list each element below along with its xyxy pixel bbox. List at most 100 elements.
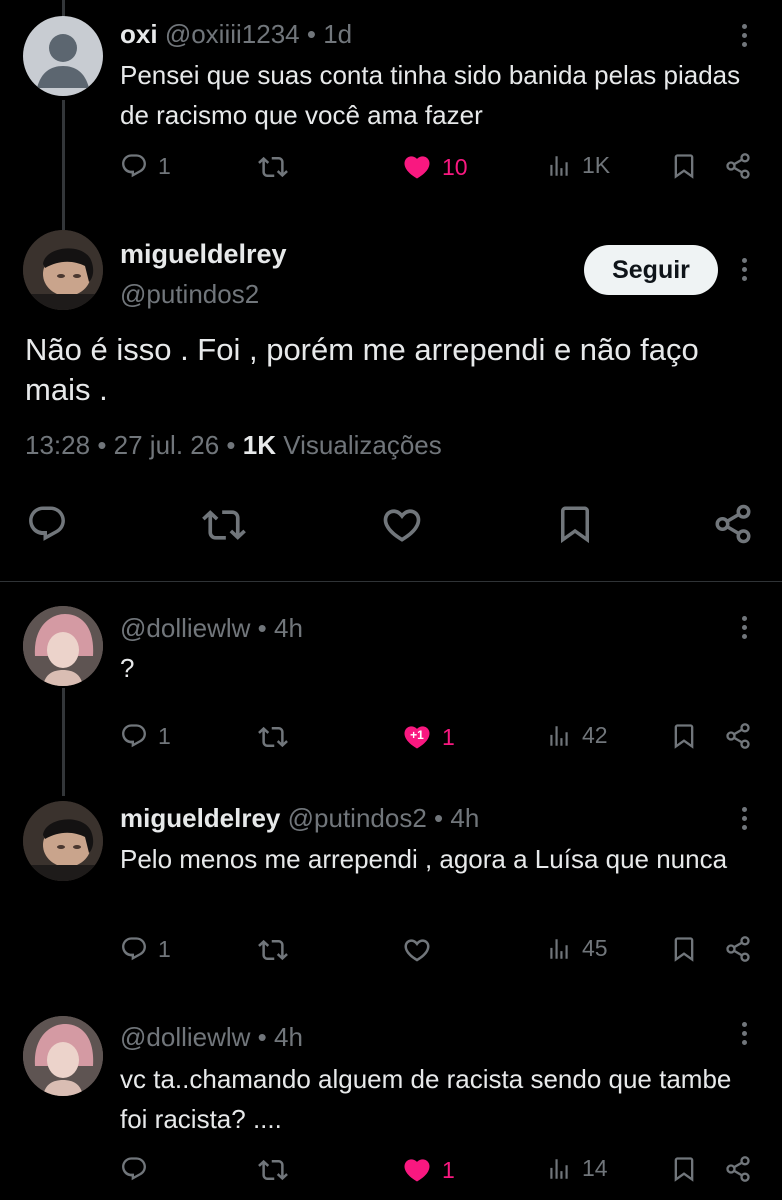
more-options-icon[interactable] [740, 258, 748, 286]
reply-count: 1 [158, 722, 171, 749]
reply-icon [120, 935, 148, 963]
share-button[interactable] [712, 503, 754, 545]
bookmark-icon [554, 503, 596, 545]
separator: • [306, 19, 316, 49]
views-count: 14 [582, 1155, 608, 1181]
share-button[interactable] [724, 935, 752, 963]
more-options-icon[interactable] [740, 616, 748, 644]
avatar[interactable] [23, 1016, 103, 1096]
views-button[interactable]: 1K [546, 152, 610, 179]
separator: • [434, 803, 444, 833]
post-time[interactable]: 13:28 [25, 430, 90, 460]
bookmark-button[interactable] [670, 722, 698, 750]
action-bar: 1 14 [0, 1155, 782, 1191]
handle[interactable]: @putindos2 [288, 803, 427, 833]
retweet-button[interactable] [258, 722, 288, 752]
like-button[interactable]: 1 [402, 1155, 455, 1185]
timestamp[interactable]: 4h [274, 613, 303, 643]
reply-tweet[interactable]: @dolliewlw • 4h ? 1 +1 1 42 [0, 600, 782, 780]
like-button[interactable] [402, 935, 442, 965]
like-count: 1 [442, 1156, 455, 1183]
main-action-bar [0, 503, 782, 549]
avatar[interactable] [23, 606, 103, 686]
display-name[interactable]: migueldelrey [120, 237, 287, 271]
reply-icon [26, 503, 68, 545]
bookmark-icon [670, 1155, 698, 1183]
bookmark-icon [670, 722, 698, 750]
post-date[interactable]: 27 jul. 26 [114, 430, 220, 460]
profile-photo-icon [23, 1016, 103, 1096]
separator: • [97, 430, 107, 460]
avatar[interactable] [23, 801, 103, 881]
reply-button[interactable] [26, 503, 68, 545]
retweet-icon [258, 722, 288, 752]
like-plus-one: +1 [410, 728, 424, 742]
views-count: 45 [582, 935, 608, 961]
display-name[interactable]: migueldelrey [120, 803, 280, 833]
like-button[interactable]: +1 1 [402, 722, 455, 752]
share-icon [724, 935, 752, 963]
share-button[interactable] [724, 1155, 752, 1183]
retweet-icon [258, 152, 288, 182]
tweet-oxi[interactable]: oxi @oxiiii1234 • 1d Pensei que suas con… [0, 0, 782, 200]
views-icon [546, 153, 572, 179]
profile-photo-icon [23, 230, 103, 310]
main-post-text: Não é isso . Foi , porém me arrependi e … [25, 332, 699, 407]
reply-button[interactable]: 1 [120, 935, 171, 963]
views-button[interactable]: 42 [546, 722, 608, 749]
reply-icon [120, 1155, 148, 1183]
timestamp[interactable]: 1d [323, 19, 352, 49]
retweet-button[interactable] [258, 1155, 288, 1185]
handle[interactable]: @putindos2 [120, 277, 259, 311]
more-options-icon[interactable] [740, 24, 748, 52]
reply-icon [120, 722, 148, 750]
handle[interactable]: @oxiiii1234 [165, 19, 300, 49]
tweet-text: Pensei que suas conta tinha sido banida … [120, 60, 741, 130]
display-name[interactable]: oxi [120, 19, 158, 49]
timestamp[interactable]: 4h [274, 1022, 303, 1052]
more-options-icon[interactable] [740, 1022, 748, 1050]
share-button[interactable] [724, 722, 752, 750]
follow-button[interactable]: Seguir [584, 245, 718, 295]
reply-button[interactable] [120, 1155, 158, 1183]
share-button[interactable] [724, 152, 752, 180]
heart-icon [380, 503, 424, 547]
bookmark-icon [670, 152, 698, 180]
reply-button[interactable]: 1 [120, 152, 171, 180]
retweet-button[interactable] [258, 935, 288, 965]
bookmark-button[interactable] [670, 935, 698, 963]
profile-photo-icon [23, 606, 103, 686]
reply-button[interactable]: 1 [120, 722, 171, 750]
bookmark-button[interactable] [670, 1155, 698, 1183]
reply-tweet[interactable]: migueldelrey @putindos2 • 4h Pelo menos … [0, 795, 782, 995]
share-icon [712, 503, 754, 545]
like-button[interactable] [380, 503, 424, 547]
like-button[interactable]: 10 [402, 152, 468, 182]
like-count: 1 [442, 723, 455, 750]
bookmark-button[interactable] [554, 503, 596, 545]
retweet-button[interactable] [202, 503, 246, 547]
avatar[interactable] [23, 230, 103, 310]
views-icon [546, 1156, 572, 1182]
like-badge: +1 [402, 722, 432, 752]
separator: • [257, 1022, 267, 1052]
retweet-button[interactable] [258, 152, 288, 182]
default-avatar-icon [37, 34, 89, 88]
bookmark-button[interactable] [670, 152, 698, 180]
handle[interactable]: @dolliewlw [120, 1022, 250, 1052]
handle[interactable]: @dolliewlw [120, 613, 250, 643]
tweet-text: Pelo menos me arrependi , agora a Luísa … [120, 844, 728, 874]
retweet-icon [202, 503, 246, 547]
reply-count: 1 [158, 152, 171, 179]
timestamp[interactable]: 4h [450, 803, 479, 833]
views-count: 1K [242, 430, 277, 460]
more-options-icon[interactable] [740, 807, 748, 835]
avatar[interactable] [23, 16, 103, 96]
action-bar: 1 +1 1 42 [0, 722, 782, 758]
views-button[interactable]: 45 [546, 935, 608, 962]
views-button[interactable]: 14 [546, 1155, 608, 1182]
reply-tweet[interactable]: @dolliewlw • 4h vc ta..chamando alguem d… [0, 1010, 782, 1200]
post-meta: 13:28 • 27 jul. 26 • 1K Visualizações [25, 430, 442, 461]
separator: • [257, 613, 267, 643]
views-label[interactable]: Visualizações [283, 430, 442, 460]
